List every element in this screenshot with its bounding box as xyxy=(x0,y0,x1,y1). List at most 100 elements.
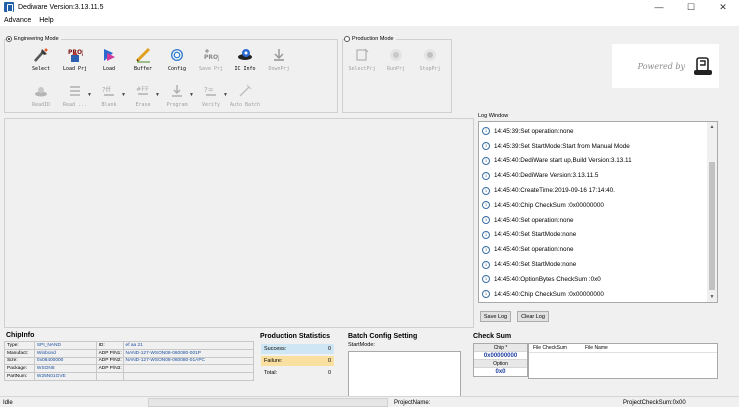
read-id-icon xyxy=(35,87,47,97)
scroll-up-icon[interactable]: ▲ xyxy=(707,122,717,132)
log-entry-text: 14:45:40:Set operation:none xyxy=(494,246,574,254)
scroll-down-icon[interactable]: ▼ xyxy=(707,292,717,302)
clear-log-button[interactable]: Clear Log xyxy=(517,311,549,322)
log-entry[interactable]: i 14:45:39:Set operation:none xyxy=(479,124,708,139)
success-label: Success: xyxy=(264,346,287,352)
log-entry-text: 14:45:39:Set StartMode:Start from Manual… xyxy=(494,142,630,150)
app-icon xyxy=(4,2,14,12)
program-button[interactable]: Program ▼ xyxy=(160,83,194,108)
svg-text:?=: ?= xyxy=(204,86,214,94)
log-entry[interactable]: i 14:45:40:Set operation:none xyxy=(479,242,708,257)
chipinfo-value xyxy=(122,364,255,374)
project-checksum-label: ProjectCheckSum:0x00 xyxy=(623,399,686,406)
batch-config-box[interactable] xyxy=(348,351,461,397)
production-statistics: Success: 0 Failure: 0 Total: 0 xyxy=(261,344,334,380)
file-name-column[interactable]: File Name xyxy=(585,345,608,351)
run-project-button[interactable]: RunPrj xyxy=(379,47,413,72)
stop-project-button[interactable]: StopPrj xyxy=(413,47,447,72)
load-file-button[interactable]: Load xyxy=(92,47,126,72)
verify-icon: ?= xyxy=(204,86,216,96)
log-entry[interactable]: i 14:45:40:CreateTime:2019-09-16 17:14:40… xyxy=(479,183,708,198)
tool-label: ReadID xyxy=(31,102,51,108)
scroll-thumb[interactable] xyxy=(709,162,715,290)
log-scrollbar[interactable]: ▲ ▼ xyxy=(707,122,717,302)
total-value: 0 xyxy=(327,370,331,376)
engineering-mode-radio[interactable]: Engineering Mode xyxy=(6,36,61,42)
blank-check-button[interactable]: ?ff Blank ▼ xyxy=(92,83,126,108)
maximize-button[interactable]: ☐ xyxy=(675,0,707,14)
config-button[interactable]: Config xyxy=(160,47,194,72)
tool-label: Program xyxy=(166,102,188,108)
read-button[interactable]: Read ... ▼ xyxy=(58,83,92,108)
buffer-button[interactable]: Buffer xyxy=(126,47,160,72)
log-window[interactable]: i 14:45:39:Set operation:none i 14:45:39:Se… xyxy=(478,121,718,303)
chip-checksum-header[interactable]: Chip * xyxy=(474,344,527,352)
info-icon: i xyxy=(482,186,490,195)
file-checksum-header: File CheckSum File Name xyxy=(529,344,717,353)
load-project-icon: PROJ xyxy=(68,49,83,62)
log-entry[interactable]: i 14:45:40:Chip CheckSum :0x00000000 xyxy=(479,287,708,302)
tool-label: Erase xyxy=(135,102,151,108)
download-project-button[interactable]: DownPrj xyxy=(262,47,296,72)
load-file-icon xyxy=(104,49,115,61)
project-name-label: ProjectName: xyxy=(394,399,431,406)
log-entry[interactable]: i 14:45:40:Set operation:none xyxy=(479,213,708,228)
engineering-mode-label: Engineering Mode xyxy=(14,36,59,42)
chipinfo-key: ID: xyxy=(95,341,124,350)
download-icon xyxy=(274,49,284,61)
menu-help[interactable]: Help xyxy=(39,17,53,24)
tool-label: SelectPrj xyxy=(348,66,376,72)
log-entry-text: 14:45:40:DediWare Version:3.13.11.5 xyxy=(494,172,599,180)
close-button[interactable]: ✕ xyxy=(707,0,739,14)
save-project-button[interactable]: PROJ Save Prj xyxy=(194,47,228,72)
tool-label: Blank xyxy=(101,102,117,108)
chipinfo-value: SPI_NAND xyxy=(33,341,97,350)
log-entry[interactable]: i 14:45:40:Set StartMode:none xyxy=(479,257,708,272)
menu-advance[interactable]: Advance xyxy=(4,17,31,24)
powered-by-text: Powered by xyxy=(637,61,685,71)
window-title: Dediware Version:3.13.11.5 xyxy=(18,3,104,11)
chipinfo-value: W25N01GVE xyxy=(33,372,97,381)
log-entry[interactable]: i 14:45:40:DediWare Version:3.13.11.5 xyxy=(479,168,708,183)
select-chip-button[interactable]: Select xyxy=(24,47,58,72)
info-icon: i xyxy=(482,156,490,165)
auto-batch-button[interactable]: Auto Batch xyxy=(228,83,262,108)
log-entry[interactable]: i 14:45:40:OptionBytes CheckSum :0x0 xyxy=(479,272,708,287)
stop-icon xyxy=(424,49,436,61)
select-project-button[interactable]: SelectPrj xyxy=(345,47,379,72)
production-mode-radio[interactable]: Production Mode xyxy=(344,36,396,42)
failure-label: Failure: xyxy=(264,358,283,364)
log-window-title: Log Window xyxy=(478,113,509,119)
file-checksum-list[interactable]: File CheckSum File Name xyxy=(528,343,718,379)
svg-text:PROJ: PROJ xyxy=(204,54,219,61)
log-entry[interactable]: i 14:45:40:Chip CheckSum :0x00000000 xyxy=(479,198,708,213)
option-checksum-header[interactable]: Option xyxy=(474,360,527,368)
status-progress xyxy=(148,398,388,407)
ic-info-button[interactable]: IC Info xyxy=(228,47,262,72)
file-checksum-column[interactable]: File CheckSum xyxy=(529,345,585,351)
log-entry-text: 14:45:40:OptionBytes CheckSum :0x0 xyxy=(494,275,601,283)
info-icon: i xyxy=(482,127,490,136)
info-icon: i xyxy=(482,260,490,269)
read-id-button[interactable]: ReadID xyxy=(24,83,58,108)
radio-unselected-icon xyxy=(344,36,350,42)
radio-selected-icon xyxy=(6,36,12,42)
log-entry[interactable]: i14:45:40:NAND force erase: Disable xyxy=(479,302,708,303)
log-entry[interactable]: i 14:45:39:Set StartMode:Start from Manua… xyxy=(479,139,708,154)
chipinfo-key: Size: xyxy=(4,356,35,366)
chipinfo-row: Package: WSON8 ADP P/N3: xyxy=(4,364,255,374)
log-entry-text: 14:45:40:CreateTime:2019-09-16 17:14:40. xyxy=(494,187,615,195)
log-entry[interactable]: i 14:45:40:Set StartMode:none xyxy=(479,228,708,243)
minimize-button[interactable]: — xyxy=(643,0,675,14)
verify-button[interactable]: ?= Verify ▼ xyxy=(194,83,228,108)
log-entry[interactable]: i 14:45:40:DediWare start up,Build Versio… xyxy=(479,154,708,169)
chipinfo-title: ChipInfo xyxy=(6,332,35,339)
erase-button[interactable]: #FF Erase ▼ xyxy=(126,83,160,108)
load-project-button[interactable]: PROJ Load Prj xyxy=(58,47,92,72)
failure-row: Failure: 0 xyxy=(261,356,334,366)
chipinfo-key: ADP P/N3: xyxy=(95,364,124,374)
tool-label: Load Prj xyxy=(62,66,88,72)
success-value: 0 xyxy=(327,346,331,352)
save-log-button[interactable]: Save Log xyxy=(480,311,511,322)
chipinfo-key: PartNum: xyxy=(4,372,35,381)
